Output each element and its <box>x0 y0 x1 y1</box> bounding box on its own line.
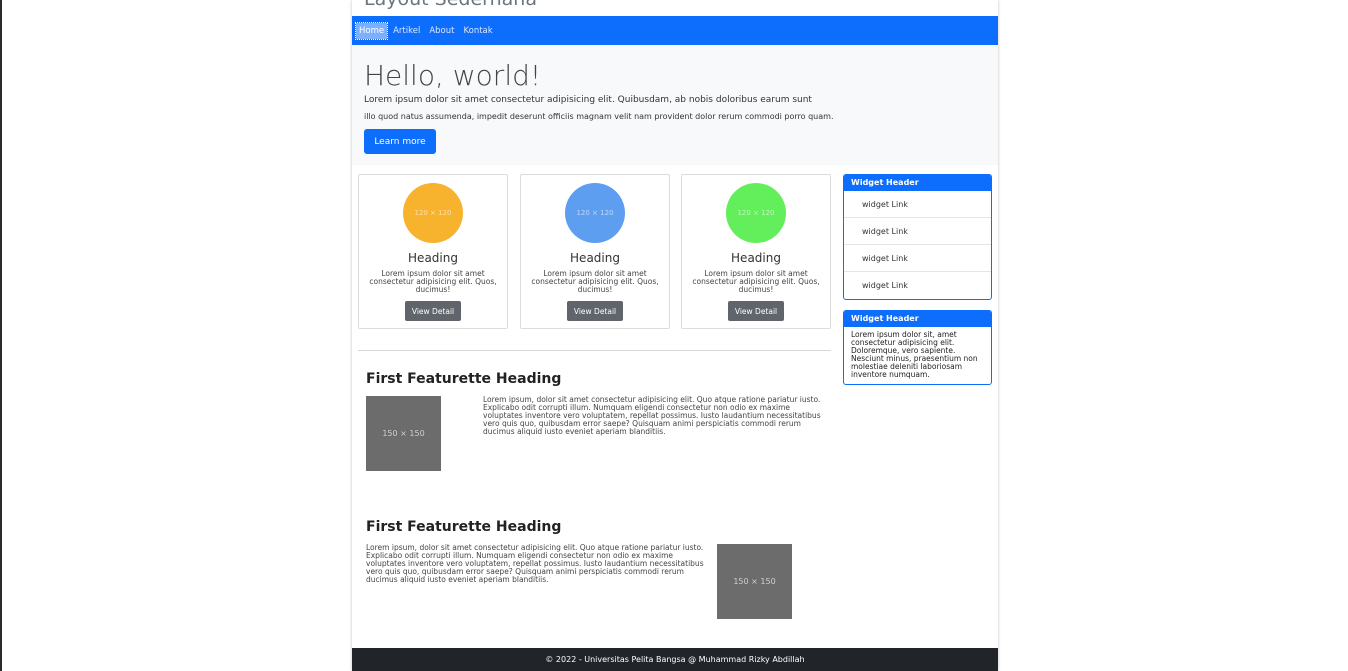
card-image-label: 120 × 120 <box>576 209 614 217</box>
widget-header: Widget Header <box>844 311 991 327</box>
footer: © 2022 - Universitas Pelita Bangsa @ Muh… <box>352 648 998 671</box>
widget-link[interactable]: widget Link <box>844 218 991 245</box>
widget-link[interactable]: widget Link <box>844 191 991 218</box>
widget-body: Lorem ipsum dolor sit, amet consectetur … <box>851 330 978 379</box>
page-container: Layout Sederhana Home Artikel About Kont… <box>352 0 998 671</box>
navbar: Home Artikel About Kontak <box>352 16 998 45</box>
card-image-placeholder: 120 × 120 <box>726 183 786 243</box>
jumbotron-title: Hello, world! <box>364 59 542 92</box>
featurette-image-label: 150 × 150 <box>733 577 776 586</box>
widget-header: Widget Header <box>844 175 991 191</box>
window-edge <box>0 0 2 671</box>
featurette-text: Lorem ipsum, dolor sit amet consectetur … <box>483 395 821 436</box>
card-3: 120 × 120 Heading Lorem ipsum dolor sit … <box>681 174 831 329</box>
featurette-image-label: 150 × 150 <box>382 429 425 438</box>
jumbotron-text-line2: illo quod natus assumenda, impedit deser… <box>364 112 834 121</box>
widget-text: Widget Header Lorem ipsum dolor sit, ame… <box>843 310 992 385</box>
card-1: 120 × 120 Heading Lorem ipsum dolor sit … <box>358 174 508 329</box>
nav-item-home[interactable]: Home <box>354 21 389 40</box>
featurette-text: Lorem ipsum, dolor sit amet consectetur … <box>366 543 704 584</box>
featurette-heading: First Featurette Heading <box>366 371 562 387</box>
card-text: Lorem ipsum dolor sit amet consectetur a… <box>369 269 497 294</box>
widget-links: Widget Header widget Link widget Link wi… <box>843 174 992 300</box>
view-detail-button[interactable]: View Detail <box>405 301 461 321</box>
footer-text: © 2022 - Universitas Pelita Bangsa @ Muh… <box>545 655 805 664</box>
featurette-image: 150 × 150 <box>717 544 792 619</box>
widget-link[interactable]: widget Link <box>844 245 991 272</box>
card-image-label: 120 × 120 <box>737 209 775 217</box>
card-2: 120 × 120 Heading Lorem ipsum dolor sit … <box>520 174 670 329</box>
widget-link[interactable]: widget Link <box>844 272 991 299</box>
jumbotron-text-line1: Lorem ipsum dolor sit amet consectetur a… <box>364 95 812 105</box>
card-heading: Heading <box>408 251 458 265</box>
divider <box>358 350 831 351</box>
view-detail-button[interactable]: View Detail <box>567 301 623 321</box>
site-title: Layout Sederhana <box>364 0 537 10</box>
card-image-placeholder: 120 × 120 <box>565 183 625 243</box>
learn-more-button[interactable]: Learn more <box>364 129 436 154</box>
card-image-label: 120 × 120 <box>414 209 452 217</box>
jumbotron: Hello, world! Lorem ipsum dolor sit amet… <box>352 45 998 165</box>
nav-item-artikel[interactable]: Artikel <box>390 23 423 39</box>
card-image-placeholder: 120 × 120 <box>403 183 463 243</box>
card-text: Lorem ipsum dolor sit amet consectetur a… <box>692 269 820 294</box>
featurette-image: 150 × 150 <box>366 396 441 471</box>
nav-item-kontak[interactable]: Kontak <box>460 23 495 39</box>
nav-item-about[interactable]: About <box>426 23 457 39</box>
card-text: Lorem ipsum dolor sit amet consectetur a… <box>531 269 659 294</box>
card-heading: Heading <box>570 251 620 265</box>
view-detail-button[interactable]: View Detail <box>728 301 784 321</box>
card-heading: Heading <box>731 251 781 265</box>
featurette-heading: First Featurette Heading <box>366 519 562 535</box>
